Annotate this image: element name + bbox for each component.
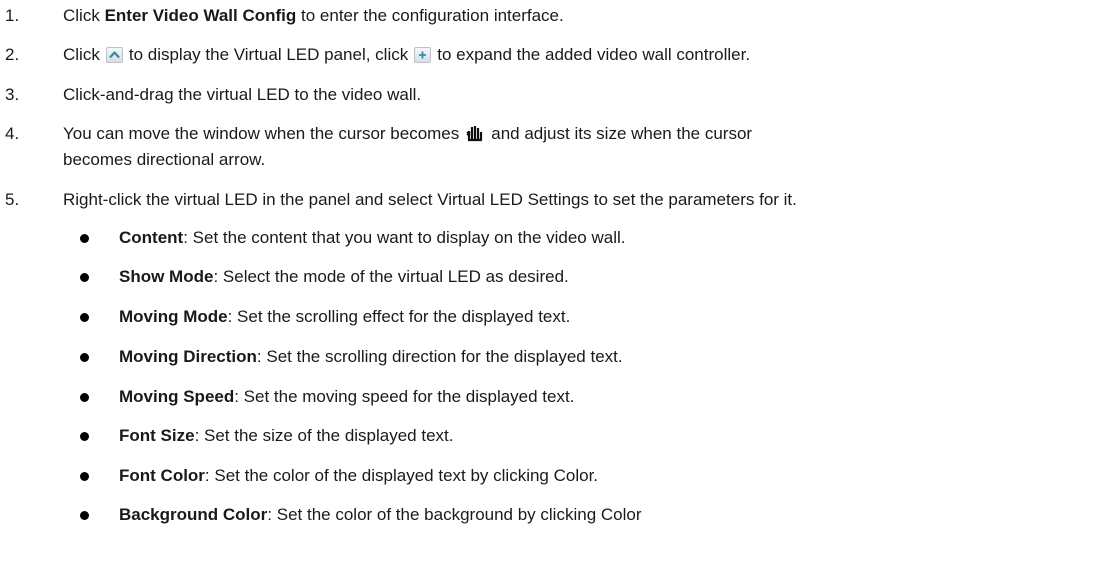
- step-number: 4.: [5, 124, 20, 143]
- step-text-post: to enter the configuration interface.: [296, 6, 564, 25]
- bullet-term: Moving Mode: [119, 307, 228, 326]
- bullet-term: Moving Direction: [119, 347, 257, 366]
- bullet-desc: : Set the moving speed for the displayed…: [234, 387, 575, 406]
- bullet-term: Moving Speed: [119, 387, 235, 406]
- bullet-text: Show Mode: Select the mode of the virtua…: [119, 265, 1117, 289]
- step-text-c: to expand the added video wall controlle…: [437, 45, 751, 64]
- bullet-dot-icon: [80, 511, 89, 520]
- bullet-text: Font Size: Set the size of the displayed…: [119, 424, 1117, 448]
- bullet-dot-icon: [80, 472, 89, 481]
- bullet-desc: : Set the color of the displayed text by…: [204, 466, 599, 485]
- bullet-desc: : Set the color of the background by cli…: [267, 505, 642, 524]
- step-number: 3.: [5, 85, 20, 104]
- plus-icon: [414, 47, 432, 63]
- step-text-b: and adjust its size when the cursor: [491, 124, 753, 143]
- bullet-desc: : Select the mode of the virtual LED as …: [213, 267, 569, 286]
- bullet-term: Font Size: [119, 426, 195, 445]
- hand-move-cursor-icon: [465, 123, 485, 143]
- bullet-term: Font Color: [119, 466, 205, 485]
- step-text-b: to display the Virtual LED panel, click: [128, 45, 409, 64]
- step-number: 2.: [5, 45, 20, 64]
- bullet-dot-icon: [80, 234, 89, 243]
- chevron-up-icon: [105, 47, 123, 63]
- step-text: You can move the window when the cursor …: [63, 122, 1117, 146]
- bullet-text: Moving Mode: Set the scrolling effect fo…: [119, 305, 1117, 329]
- step-text-pre: Click: [63, 6, 105, 25]
- bullet-text: Moving Direction: Set the scrolling dire…: [119, 345, 1117, 369]
- bullet-dot-icon: [80, 273, 89, 282]
- bullet-desc: : Set the scrolling effect for the displ…: [227, 307, 571, 326]
- bullet-term: Show Mode: [119, 267, 214, 286]
- step-text-bold: Enter Video Wall Config: [104, 6, 297, 25]
- bullet-dot-icon: [80, 393, 89, 402]
- step-number: 5.: [5, 190, 20, 209]
- bullet-text: Font Color: Set the color of the display…: [119, 464, 1117, 488]
- bullet-desc: : Set the content that you want to displ…: [183, 228, 626, 247]
- bullet-desc: : Set the size of the displayed text.: [194, 426, 454, 445]
- document-page: 1. Click Enter Video Wall Config to ente…: [0, 0, 1117, 571]
- bullet-dot-icon: [80, 432, 89, 441]
- step-text-a: You can move the window when the cursor …: [63, 124, 460, 143]
- step-text: Click-and-drag the virtual LED to the vi…: [63, 85, 422, 104]
- bullet-dot-icon: [80, 313, 89, 322]
- step-text: Click Enter Video Wall Config to enter t…: [63, 4, 1117, 28]
- bullet-text: Background Color: Set the color of the b…: [119, 503, 1117, 527]
- step-text-a: Click: [63, 45, 100, 64]
- step-number: 1.: [5, 6, 20, 25]
- step-text: becomes directional arrow.: [63, 150, 266, 169]
- bullet-text: Content: Set the content that you want t…: [119, 226, 1117, 250]
- bullet-term: Content: [119, 228, 184, 247]
- bullet-dot-icon: [80, 353, 89, 362]
- step-text: Click to display the Virtual LED panel, c…: [63, 43, 1117, 67]
- bullet-desc: : Set the scrolling direction for the di…: [256, 347, 623, 366]
- bullet-term: Background Color: [119, 505, 268, 524]
- bullet-text: Moving Speed: Set the moving speed for t…: [119, 385, 1117, 409]
- step-text: Right-click the virtual LED in the panel…: [63, 190, 797, 209]
